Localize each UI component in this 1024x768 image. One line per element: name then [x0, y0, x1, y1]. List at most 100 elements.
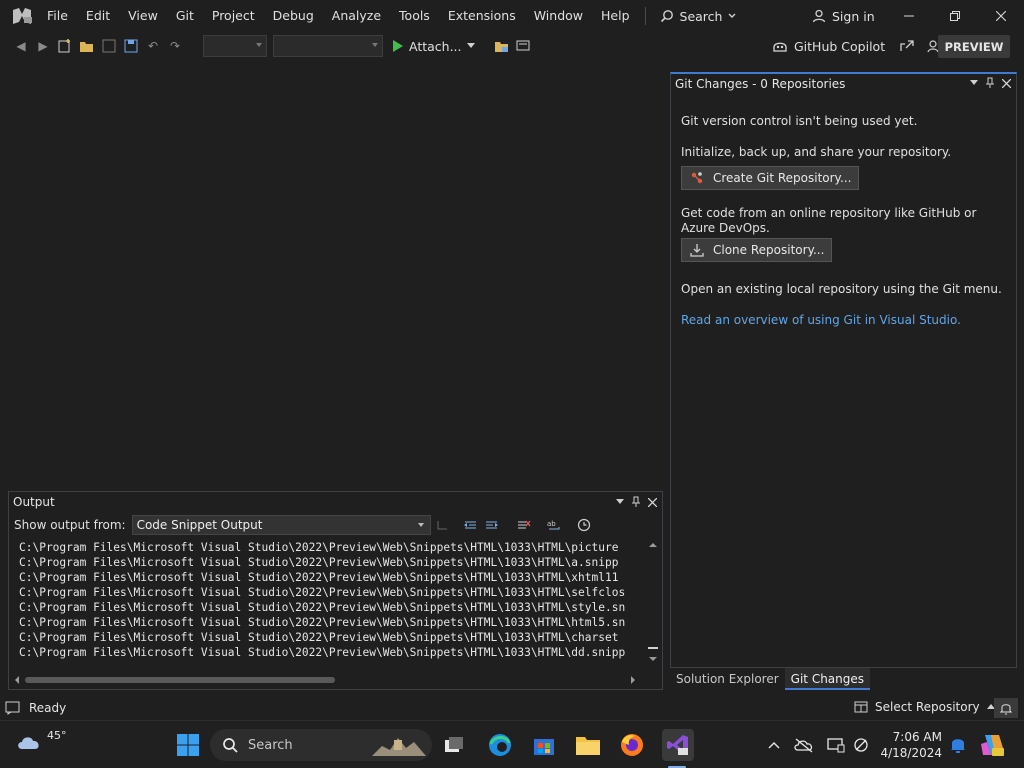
back-icon[interactable]: ◀ — [10, 35, 32, 57]
output-text[interactable]: C:\Program Files\Microsoft Visual Studio… — [19, 540, 647, 664]
folder-view-icon[interactable] — [491, 35, 513, 57]
taskbar-search-label: Search — [248, 737, 293, 753]
right-panel-tabs: Solution Explorer Git Changes — [670, 668, 1017, 690]
output-line: C:\Program Files\Microsoft Visual Studio… — [19, 601, 626, 614]
menu-project[interactable]: Project — [203, 0, 264, 32]
solution-config-combo[interactable] — [203, 35, 267, 57]
network-button[interactable] — [848, 731, 876, 759]
close-window-button[interactable] — [978, 0, 1024, 32]
attach-label: Attach... — [409, 38, 462, 54]
visual-studio-preview-button[interactable] — [662, 729, 694, 761]
output-line: C:\Program Files\Microsoft Visual Studio… — [19, 556, 619, 569]
start-button[interactable] — [174, 731, 202, 759]
word-wrap-icon[interactable]: ab — [545, 516, 563, 534]
menu-help[interactable]: Help — [592, 0, 639, 32]
git-open-text: Open an existing local repository using … — [681, 282, 1002, 296]
share-icon[interactable] — [899, 39, 915, 53]
firefox-button[interactable] — [618, 731, 646, 759]
previous-message-icon[interactable] — [461, 516, 479, 534]
menu-window[interactable]: Window — [525, 0, 592, 32]
copilot-preview-button[interactable] — [978, 731, 1006, 759]
microsoft-store-button[interactable] — [530, 731, 558, 759]
show-hidden-icons-button[interactable] — [760, 731, 788, 759]
layout-icon[interactable] — [513, 35, 535, 57]
taskbar-clock[interactable]: 7:06 AM 4/18/2024 — [876, 729, 942, 761]
weather-widget[interactable]: 45° — [16, 729, 67, 753]
create-git-repository-button[interactable]: Create Git Repository... — [681, 166, 860, 190]
output-source-row: Show output from: Code Snippet Output ab — [9, 512, 662, 538]
chevron-down-icon — [466, 43, 475, 48]
git-overview-link[interactable]: Read an overview of using Git in Visual … — [681, 313, 1006, 328]
tab-git-changes[interactable]: Git Changes — [784, 668, 871, 690]
pin-icon[interactable] — [983, 76, 997, 90]
bell-icon — [1000, 703, 1012, 714]
clone-icon — [690, 244, 704, 257]
menu-search-button[interactable]: Search — [652, 0, 745, 32]
tab-solution-explorer[interactable]: Solution Explorer — [670, 668, 785, 690]
sign-in-button[interactable]: Sign in — [812, 0, 875, 32]
clock-icon[interactable] — [575, 516, 593, 534]
find-message-icon[interactable] — [433, 516, 451, 534]
attach-button[interactable]: Attach... — [386, 34, 481, 58]
menu-tools[interactable]: Tools — [390, 0, 439, 32]
clock-date: 4/18/2024 — [880, 746, 942, 760]
output-line: C:\Program Files\Microsoft Visual Studio… — [19, 586, 626, 599]
standard-toolbar: ◀ ▶ ↶ ↷ Attach... GitHub Copilot PREVIEW — [0, 32, 1024, 60]
clone-repository-button[interactable]: Clone Repository... — [681, 238, 833, 262]
pin-icon[interactable] — [629, 495, 643, 509]
clear-all-icon[interactable] — [515, 516, 533, 534]
select-repository-button[interactable]: Select Repository — [854, 700, 995, 714]
menu-view[interactable]: View — [119, 0, 167, 32]
edge-icon — [489, 734, 511, 756]
undo-icon[interactable]: ↶ — [142, 35, 164, 57]
play-icon — [393, 40, 403, 52]
close-icon[interactable] — [999, 76, 1013, 90]
display-button[interactable] — [822, 731, 850, 759]
chevron-down-icon — [256, 43, 262, 47]
output-vertical-scrollbar[interactable] — [646, 538, 660, 668]
menu-file[interactable]: File — [38, 0, 77, 32]
restore-icon — [950, 11, 960, 21]
onedrive-button[interactable] — [790, 731, 818, 759]
git-panel-header: Git Changes - 0 Repositories — [671, 74, 1016, 93]
next-message-icon[interactable] — [483, 516, 501, 534]
output-pane: Output Show output from: Code Snippet Ou… — [8, 491, 663, 690]
menu-analyze[interactable]: Analyze — [323, 0, 390, 32]
clock-time: 7:06 AM — [892, 730, 942, 744]
panel-dropdown-icon[interactable] — [967, 76, 981, 90]
panel-dropdown-icon[interactable] — [613, 495, 627, 509]
output-line: C:\Program Files\Microsoft Visual Studio… — [19, 631, 619, 644]
forward-icon[interactable]: ▶ — [32, 35, 54, 57]
menu-git[interactable]: Git — [167, 0, 203, 32]
redo-icon[interactable]: ↷ — [164, 35, 186, 57]
svg-text:ab: ab — [547, 520, 556, 528]
save-all-icon[interactable] — [120, 35, 142, 57]
taskbar-search-box[interactable]: Search — [210, 729, 432, 761]
output-horizontal-scrollbar[interactable] — [11, 673, 639, 687]
save-icon[interactable] — [98, 35, 120, 57]
git-init-text: Initialize, back up, and share your repo… — [681, 145, 952, 159]
output-source-select[interactable]: Code Snippet Output — [131, 515, 431, 535]
notifications-button[interactable] — [994, 698, 1018, 718]
sign-in-label: Sign in — [832, 8, 875, 24]
github-copilot-button[interactable]: GitHub Copilot — [772, 32, 943, 60]
menu-debug[interactable]: Debug — [264, 0, 323, 32]
minimize-button[interactable] — [886, 0, 932, 32]
restore-button[interactable] — [932, 0, 978, 32]
create-git-repository-label: Create Git Repository... — [713, 171, 852, 185]
close-icon[interactable] — [645, 495, 659, 509]
solution-platform-combo[interactable] — [273, 35, 383, 57]
file-explorer-button[interactable] — [574, 731, 602, 759]
task-view-button[interactable] — [440, 731, 468, 759]
open-folder-icon[interactable] — [76, 35, 98, 57]
git-repo-icon — [691, 172, 703, 184]
menu-edit[interactable]: Edit — [77, 0, 119, 32]
menu-extensions[interactable]: Extensions — [439, 0, 525, 32]
select-repository-label: Select Repository — [875, 700, 980, 714]
notification-center-button[interactable] — [944, 731, 972, 759]
new-project-icon[interactable] — [54, 35, 76, 57]
menu-separator — [644, 7, 646, 25]
preview-button[interactable]: PREVIEW — [938, 35, 1010, 58]
edge-browser-button[interactable] — [486, 731, 514, 759]
firefox-icon — [621, 734, 643, 756]
